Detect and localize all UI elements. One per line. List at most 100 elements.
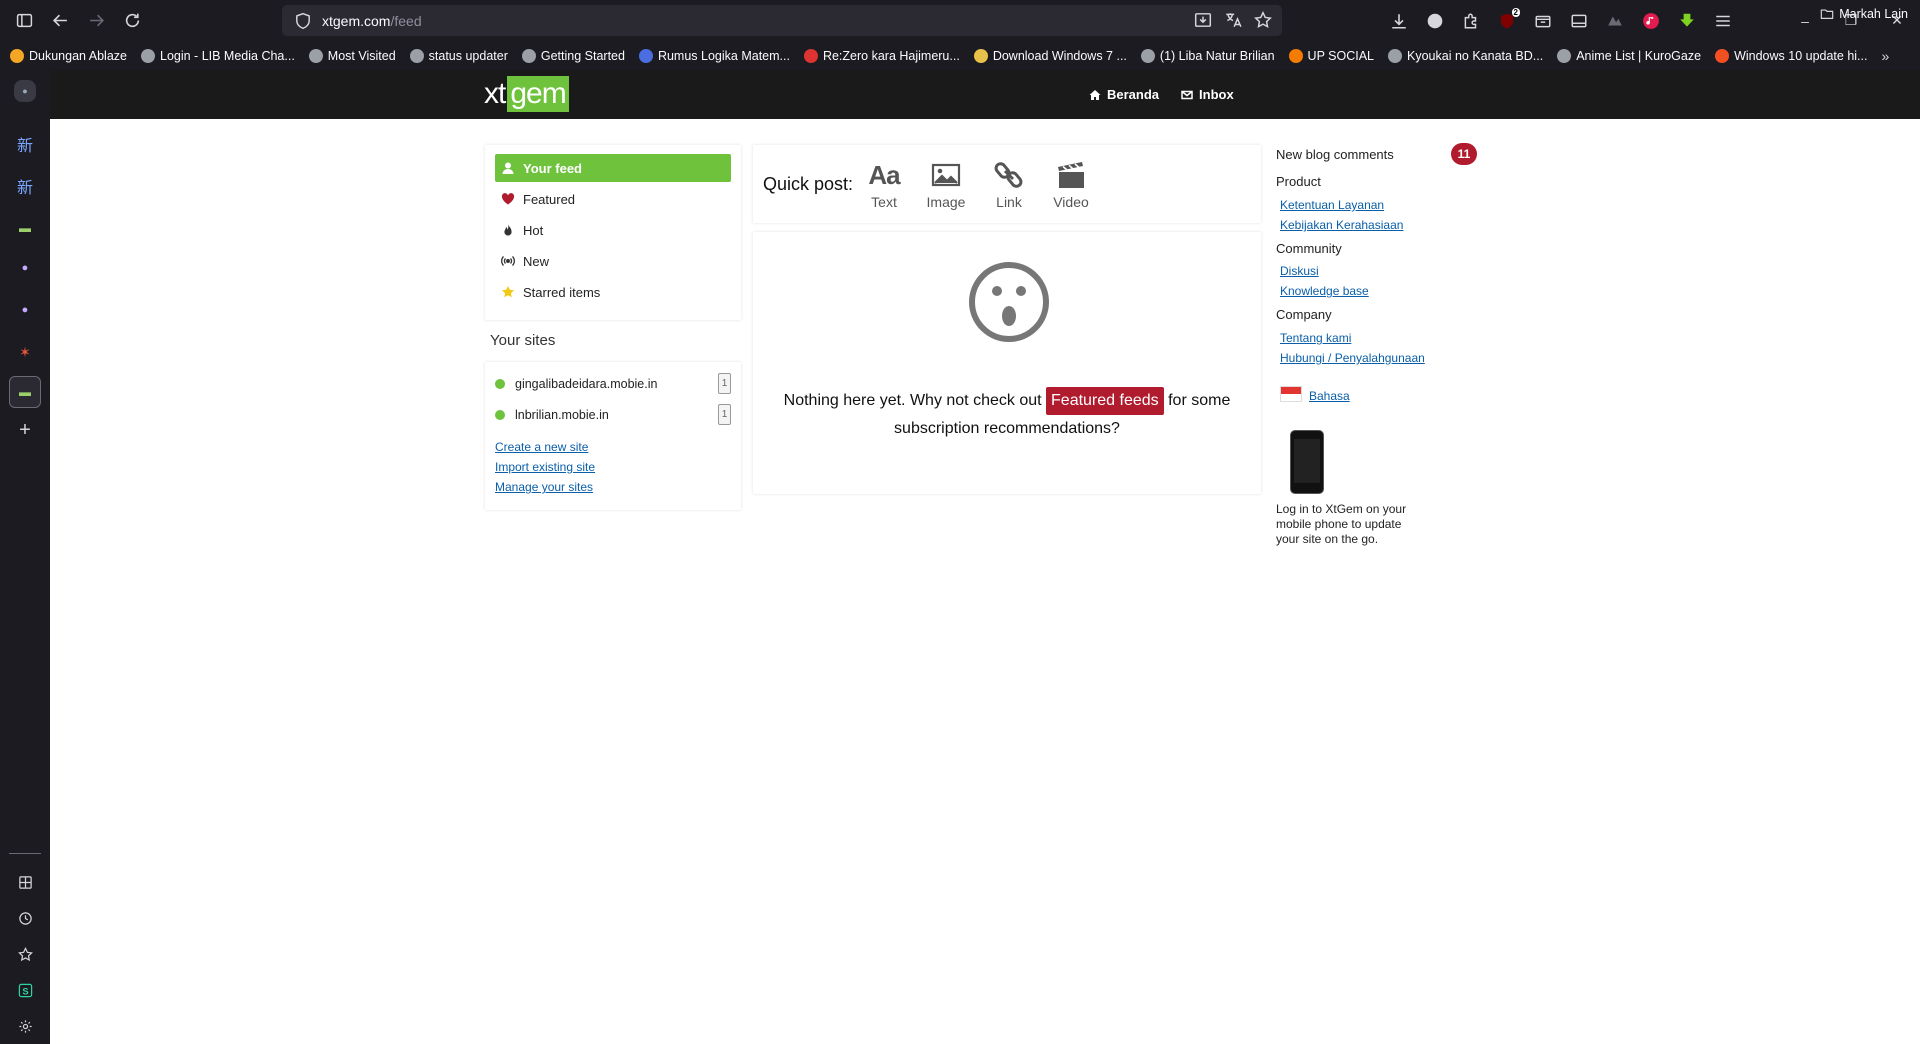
star-icon [502, 286, 514, 298]
install-app-icon[interactable] [1194, 11, 1212, 29]
menu-new[interactable]: New [495, 247, 731, 275]
discussion-link[interactable]: Diskusi [1280, 264, 1319, 278]
reader-icon[interactable] [1564, 6, 1594, 36]
folder-icon [1820, 9, 1834, 19]
status-dot [495, 410, 505, 420]
add-tab-icon[interactable]: + [9, 414, 41, 446]
chain-link-icon [994, 159, 1024, 191]
bookmark-item[interactable]: Getting Started [521, 48, 625, 63]
bookmark-item[interactable]: Anime List | KuroGaze [1557, 48, 1701, 63]
ublock-icon[interactable]: 2 [1492, 6, 1522, 36]
menu-your-feed[interactable]: Your feed [495, 154, 731, 182]
clapperboard-icon [1056, 159, 1086, 191]
bookmark-item[interactable]: status updater [409, 48, 508, 63]
history-icon[interactable] [9, 902, 41, 934]
image-icon [931, 159, 961, 191]
contact-abuse-link[interactable]: Hubungi / Penyalahgunaan [1280, 351, 1425, 365]
bookmark-item[interactable]: Rumus Logika Matem... [638, 48, 790, 63]
featured-feeds-button[interactable]: Featured feeds [1046, 387, 1164, 415]
xtgem-logo[interactable]: xt gem [484, 76, 569, 112]
mobile-phone-icon [1290, 430, 1324, 494]
privacy-link[interactable]: Kebijakan Kerahasiaan [1280, 218, 1403, 232]
import-site-link[interactable]: Import existing site [495, 460, 595, 474]
s-extension-icon[interactable]: S [9, 974, 41, 1006]
url-text[interactable]: xtgem.com/feed [322, 13, 422, 29]
music-ext-icon[interactable] [1636, 6, 1666, 36]
sidebar-tab-4[interactable]: ▬ [9, 212, 41, 244]
bookmark-favicon-icon [638, 48, 653, 63]
settings-gear-icon[interactable] [9, 1010, 41, 1042]
site-count: 1 [718, 404, 731, 425]
download-ext-icon[interactable] [1672, 6, 1702, 36]
more-bookmarks-chevron-icon[interactable]: » [1881, 48, 1889, 64]
bookmark-item[interactable]: Download Windows 7 ... [973, 48, 1127, 63]
translate-icon[interactable] [1224, 11, 1242, 29]
sidebar-tab-active[interactable]: ▬ [9, 376, 41, 408]
bookmark-item[interactable]: Dukungan Ablaze [10, 48, 127, 63]
forward-icon[interactable] [78, 3, 114, 39]
bookmark-favicon-icon [521, 48, 536, 63]
sidebar-tab-2[interactable]: 新 [9, 128, 41, 160]
sidebar-tab-1[interactable]: ● [14, 80, 36, 102]
bookmark-item[interactable]: UP SOCIAL [1288, 48, 1374, 63]
feed-menu: Your feed Featured Hot New Starred items [485, 145, 741, 320]
site-row[interactable]: gingalibadeidara.mobie.in 1 [495, 370, 731, 398]
quick-post-label: Quick post: [763, 174, 854, 194]
manage-sites-link[interactable]: Manage your sites [495, 480, 593, 494]
reload-icon[interactable] [114, 3, 150, 39]
other-bookmarks[interactable]: Markah Lain [1820, 7, 1908, 21]
nav-home[interactable]: Beranda [1089, 87, 1159, 102]
post-image-button[interactable]: Image [921, 159, 971, 210]
bookmark-item[interactable]: Most Visited [308, 48, 396, 63]
sidebar-panel-icon[interactable] [9, 866, 41, 898]
back-icon[interactable] [42, 3, 78, 39]
comments-count-badge[interactable]: 11 [1451, 143, 1477, 165]
container-icon[interactable] [1528, 6, 1558, 36]
bookmark-item[interactable]: Login - LIB Media Cha... [141, 48, 295, 63]
bookmarks-bar: Dukungan Ablaze Login - LIB Media Cha... M… [0, 41, 1920, 70]
bookmark-favicon-icon [803, 48, 818, 63]
sidebar-toggle-icon[interactable] [6, 3, 42, 39]
about-link[interactable]: Tentang kami [1280, 331, 1351, 345]
quick-post-bar: Quick post: Aa Text Image Link Video [753, 145, 1261, 223]
post-video-button[interactable]: Video [1046, 159, 1096, 210]
fire-icon [504, 224, 512, 236]
knowledge-base-link[interactable]: Knowledge base [1280, 284, 1369, 298]
site-name[interactable]: lnbrilian.mobie.in [515, 408, 609, 422]
site-row[interactable]: lnbrilian.mobie.in 1 [495, 401, 731, 429]
downloads-icon[interactable] [1384, 6, 1414, 36]
bookmark-item[interactable]: Kyoukai no Kanata BD... [1388, 48, 1543, 63]
shield-icon[interactable] [294, 12, 312, 30]
address-bar[interactable]: xtgem.com/feed [282, 5, 1282, 36]
menu-hot[interactable]: Hot [495, 216, 731, 244]
post-text-button[interactable]: Aa Text [859, 159, 909, 211]
bookmark-favicon-icon [1288, 48, 1303, 63]
user-icon [502, 162, 514, 174]
sidebar-tab-6[interactable]: ● [9, 294, 41, 326]
bookmarks-icon[interactable] [9, 938, 41, 970]
language-link[interactable]: Bahasa [1309, 389, 1350, 403]
new-comments-link[interactable]: New blog comments [1276, 147, 1394, 162]
sidebar-tab-3[interactable]: 新 [9, 170, 41, 202]
terms-link[interactable]: Ketentuan Layanan [1280, 198, 1384, 212]
menu-featured[interactable]: Featured [495, 185, 731, 213]
bookmark-item[interactable]: (1) Liba Natur Brilian [1140, 48, 1275, 63]
post-link-button[interactable]: Link [984, 159, 1034, 210]
bookmark-item[interactable]: Re:Zero kara Hajimeru... [803, 48, 960, 63]
bookmark-star-icon[interactable] [1254, 11, 1272, 29]
menu-icon[interactable] [1708, 6, 1738, 36]
sidebar-tab-5[interactable]: ● [9, 252, 41, 284]
bookmark-favicon-icon [1715, 48, 1730, 63]
bookmark-item[interactable]: Windows 10 update hi... [1715, 48, 1867, 63]
eye-ext-icon[interactable] [1600, 6, 1630, 36]
menu-starred[interactable]: Starred items [495, 278, 731, 306]
nav-inbox[interactable]: Inbox [1181, 87, 1234, 102]
site-name[interactable]: gingalibadeidara.mobie.in [515, 377, 657, 391]
heart-icon [501, 193, 515, 205]
extensions-icon[interactable] [1456, 6, 1486, 36]
sidebar-tab-7[interactable]: ✶ [9, 336, 41, 368]
create-site-link[interactable]: Create a new site [495, 440, 588, 454]
bookmark-favicon-icon [973, 48, 988, 63]
vpn-icon[interactable] [1420, 6, 1450, 36]
bookmark-favicon-icon [10, 48, 24, 63]
